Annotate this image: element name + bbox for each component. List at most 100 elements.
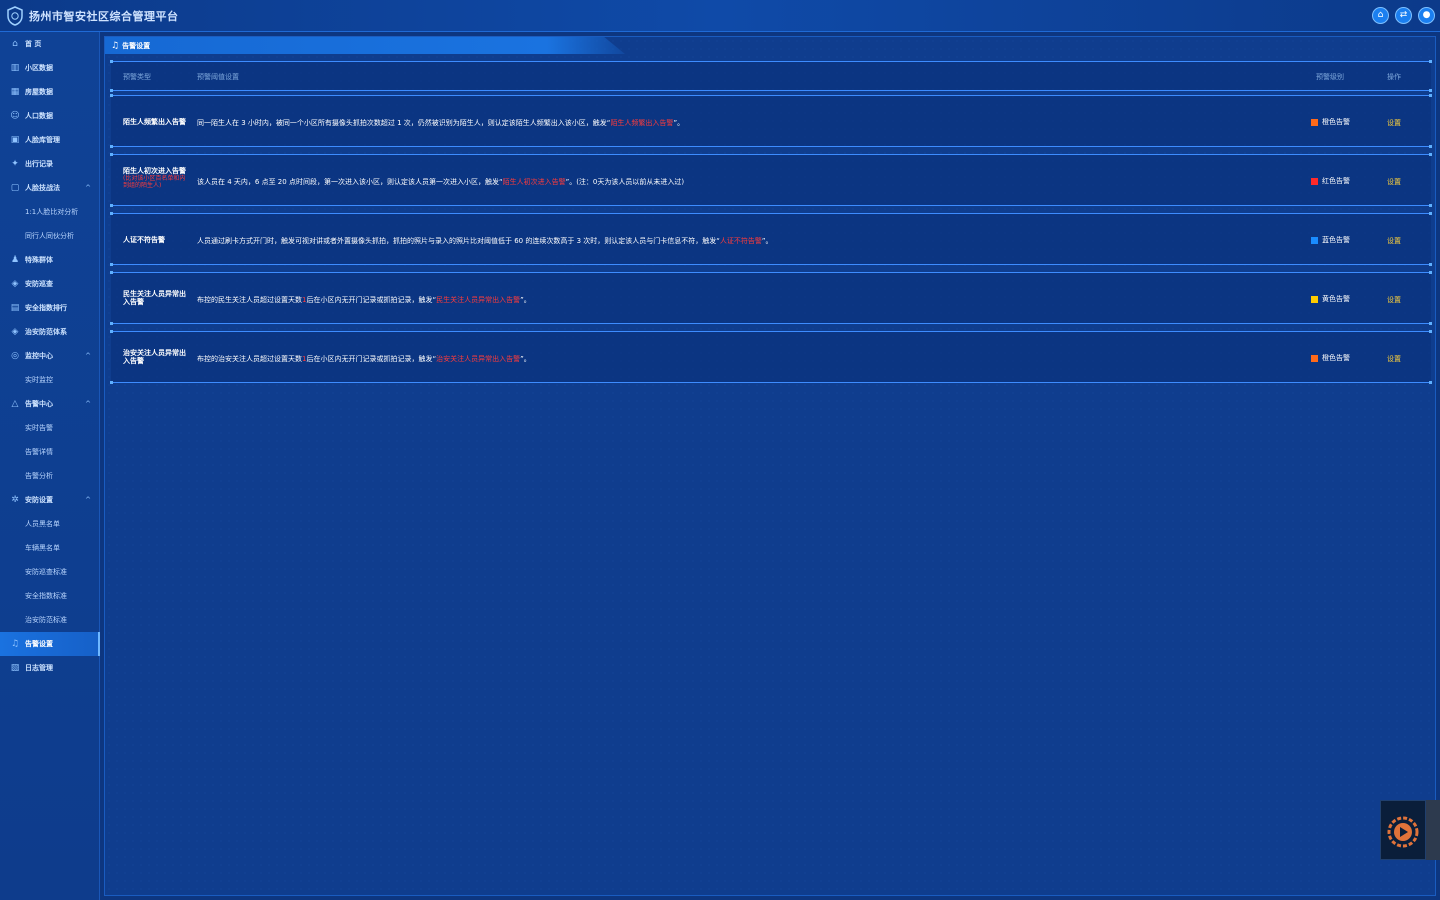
alert-condition: 人员通过刷卡方式开门时，触发可视对讲或者外置摄像头抓拍，抓拍的照片与录入的照片比…	[197, 236, 773, 246]
settings-button[interactable]: 设置	[1387, 354, 1401, 364]
table-row: 陌生人频繁出入告警 同一陌生人在 3 小时内，被同一个小区所有摄像头抓拍次数超过 …	[110, 94, 1432, 148]
chevron-up-icon: ^	[85, 184, 91, 192]
home-glyph: ⌂	[1377, 10, 1384, 20]
sidebar-item-label: 监控中心	[25, 352, 53, 360]
sidebar-item-label: 首 页	[25, 40, 42, 48]
walk-icon: ✦	[11, 159, 19, 169]
level-color-swatch	[1311, 295, 1318, 303]
alert-condition: 布控的民生关注人员超过设置天数1后在小区内无开门记录或抓拍记录，触发“民生关注人…	[197, 295, 531, 305]
alert-type: 陌生人初次进入告警 (比对该小区百名单和内到组的陌生人)	[123, 167, 189, 189]
ranking-icon: ▤	[10, 303, 20, 313]
face-library-icon: ▣	[10, 135, 20, 145]
sidebar-item-9[interactable]: ♟ 特殊群体	[0, 248, 100, 272]
sidebar-item-2[interactable]: ▦ 房屋数据	[0, 80, 100, 104]
sidebar-item-8[interactable]: 同行人同伙分析	[0, 224, 100, 248]
condition-desc-after: ”。	[520, 296, 531, 304]
alert-type: 治安关注人员异常出入告警	[123, 349, 189, 365]
alert-condition: 布控的治安关注人员超过设置天数1后在小区内无开门记录或抓拍记录，触发“治安关注人…	[197, 354, 531, 364]
table-row: 治安关注人员异常出入告警 布控的治安关注人员超过设置天数1后在小区内无开门记录或抓…	[110, 330, 1432, 384]
sidebar-item-0[interactable]: ⌂ 首 页	[0, 32, 100, 56]
settings-button[interactable]: 设置	[1387, 236, 1401, 246]
bell-icon: ♫	[10, 639, 20, 649]
sidebar-item-7[interactable]: 1:1人脸比对分析	[0, 200, 100, 224]
sidebar-item-label: 出行记录	[25, 160, 53, 168]
header-condition: 预警阈值设置	[197, 73, 239, 81]
person-icon: ♟	[10, 255, 20, 265]
alert-level-label: 橙色告警	[1322, 354, 1350, 362]
sidebar-item-13[interactable]: ◎ 监控中心 ^	[0, 344, 100, 368]
alert-level-label: 黄色告警	[1322, 295, 1350, 303]
sidebar-item-11[interactable]: ▤ 安全指数排行	[0, 296, 100, 320]
alert-level-label: 橙色告警	[1322, 118, 1350, 126]
alert-level: 蓝色告警	[1311, 235, 1350, 245]
sidebar-item-3[interactable]: ☺ 人口数据	[0, 104, 100, 128]
sidebar-item-1[interactable]: ▥ 小区数据	[0, 56, 100, 80]
sidebar-item-17[interactable]: 告警详情	[0, 440, 100, 464]
sidebar-item-21[interactable]: 车辆黑名单	[0, 536, 100, 560]
sidebar-item-10[interactable]: ◈ 安防巡查	[0, 272, 100, 296]
sidebar-item-label: 告警设置	[25, 640, 53, 648]
sidebar-item-4[interactable]: ▣ 人脸库管理	[0, 128, 100, 152]
page-title-tab: ♫ 告警设置	[105, 37, 625, 54]
floating-assistant[interactable]	[1380, 800, 1426, 860]
face-scan-icon: ▢	[10, 183, 20, 193]
warning-icon: △	[11, 399, 19, 409]
condition-desc-mid: 后在小区内无开门记录或抓拍记录，触发“	[306, 355, 437, 363]
sidebar-item-6[interactable]: ▢ 人脸技战法 ^	[0, 176, 100, 200]
sidebar-item-label: 实时监控	[25, 376, 53, 384]
condition-desc-after: ”。	[520, 355, 531, 363]
chevron-up-icon: ^	[85, 352, 91, 360]
sidebar-item-16[interactable]: 实时告警	[0, 416, 100, 440]
sidebar-item-label: 小区数据	[25, 64, 53, 72]
condition-desc-before: 布控的治安关注人员超过设置天数	[197, 355, 302, 363]
alert-level: 橙色告警	[1311, 117, 1350, 127]
table-row: 人证不符告警 人员通过刷卡方式开门时，触发可视对讲或者外置摄像头抓拍，抓拍的照片与…	[110, 212, 1432, 266]
top-bar: 扬州市智安社区综合管理平台 ⌂ ⇄ ●	[0, 0, 1440, 32]
sidebar-item-23[interactable]: 安全指数标准	[0, 584, 100, 608]
alert-type-label: 陌生人初次进入告警	[123, 167, 186, 175]
alert-type-note: (比对该小区百名单和内到组的陌生人)	[123, 175, 186, 189]
sidebar-item-label: 1:1人脸比对分析	[25, 208, 79, 216]
sidebar-item-label: 安防设置	[25, 496, 53, 504]
alert-level: 红色告警	[1311, 176, 1350, 186]
sidebar-item-15[interactable]: △ 告警中心 ^	[0, 392, 100, 416]
settings-button[interactable]: 设置	[1387, 177, 1401, 187]
sidebar-item-label: 人脸库管理	[25, 136, 60, 144]
sidebar-item-22[interactable]: 安防巡查标准	[0, 560, 100, 584]
sidebar-item-24[interactable]: 治安防范标准	[0, 608, 100, 632]
sidebar-item-12[interactable]: ◈ 治安防范体系	[0, 320, 100, 344]
sidebar-item-19[interactable]: ✲ 安防设置 ^	[0, 488, 100, 512]
people-icon: ☺	[10, 111, 20, 121]
sidebar-item-20[interactable]: 人员黑名单	[0, 512, 100, 536]
condition-desc-highlight: 治安关注人员异常出入告警	[436, 355, 521, 363]
level-color-swatch	[1311, 236, 1318, 244]
settings-button[interactable]: 设置	[1387, 118, 1401, 128]
condition-desc-highlight: 陌生人频繁出入告警	[610, 119, 674, 127]
sidebar-item-18[interactable]: 告警分析	[0, 464, 100, 488]
bell-icon: ♫	[111, 40, 120, 51]
sidebar-item-14[interactable]: 实时监控	[0, 368, 100, 392]
sidebar-item-label: 告警中心	[25, 400, 53, 408]
home-icon[interactable]: ⌂	[1372, 7, 1389, 24]
alert-type: 人证不符告警	[123, 236, 189, 244]
header-action: 操作	[1387, 73, 1401, 81]
shield-icon: ◈	[11, 279, 19, 289]
video-assistant-icon	[1387, 816, 1419, 848]
sidebar-item-label: 安全指数排行	[25, 304, 67, 312]
sidebar-item-26[interactable]: ▧ 日志管理	[0, 656, 100, 680]
building-icon: ▦	[10, 87, 20, 97]
home-icon: ⌂	[12, 39, 18, 49]
floating-panel-handle[interactable]	[1426, 800, 1440, 860]
level-color-swatch	[1311, 118, 1318, 126]
switch-icon[interactable]: ⇄	[1395, 7, 1412, 24]
user-icon[interactable]: ●	[1418, 7, 1435, 24]
settings-button[interactable]: 设置	[1387, 295, 1401, 305]
condition-desc-after: ”。	[673, 119, 685, 127]
app-title: 扬州市智安社区综合管理平台	[29, 10, 179, 23]
sidebar-item-label: 同行人同伙分析	[25, 232, 74, 240]
sidebar-item-5[interactable]: ✦ 出行记录	[0, 152, 100, 176]
sidebar: ⌂ 首 页 ▥ 小区数据 ▦ 房屋数据 ☺ 人口数据 ▣ 人脸库管理 ✦ 出行记录 ▢ 人脸技战法 ^ 1:1…	[0, 32, 100, 900]
camera-icon: ◎	[11, 351, 19, 361]
sidebar-item-25[interactable]: ♫ 告警设置	[0, 632, 100, 656]
sidebar-item-label: 车辆黑名单	[25, 544, 60, 552]
